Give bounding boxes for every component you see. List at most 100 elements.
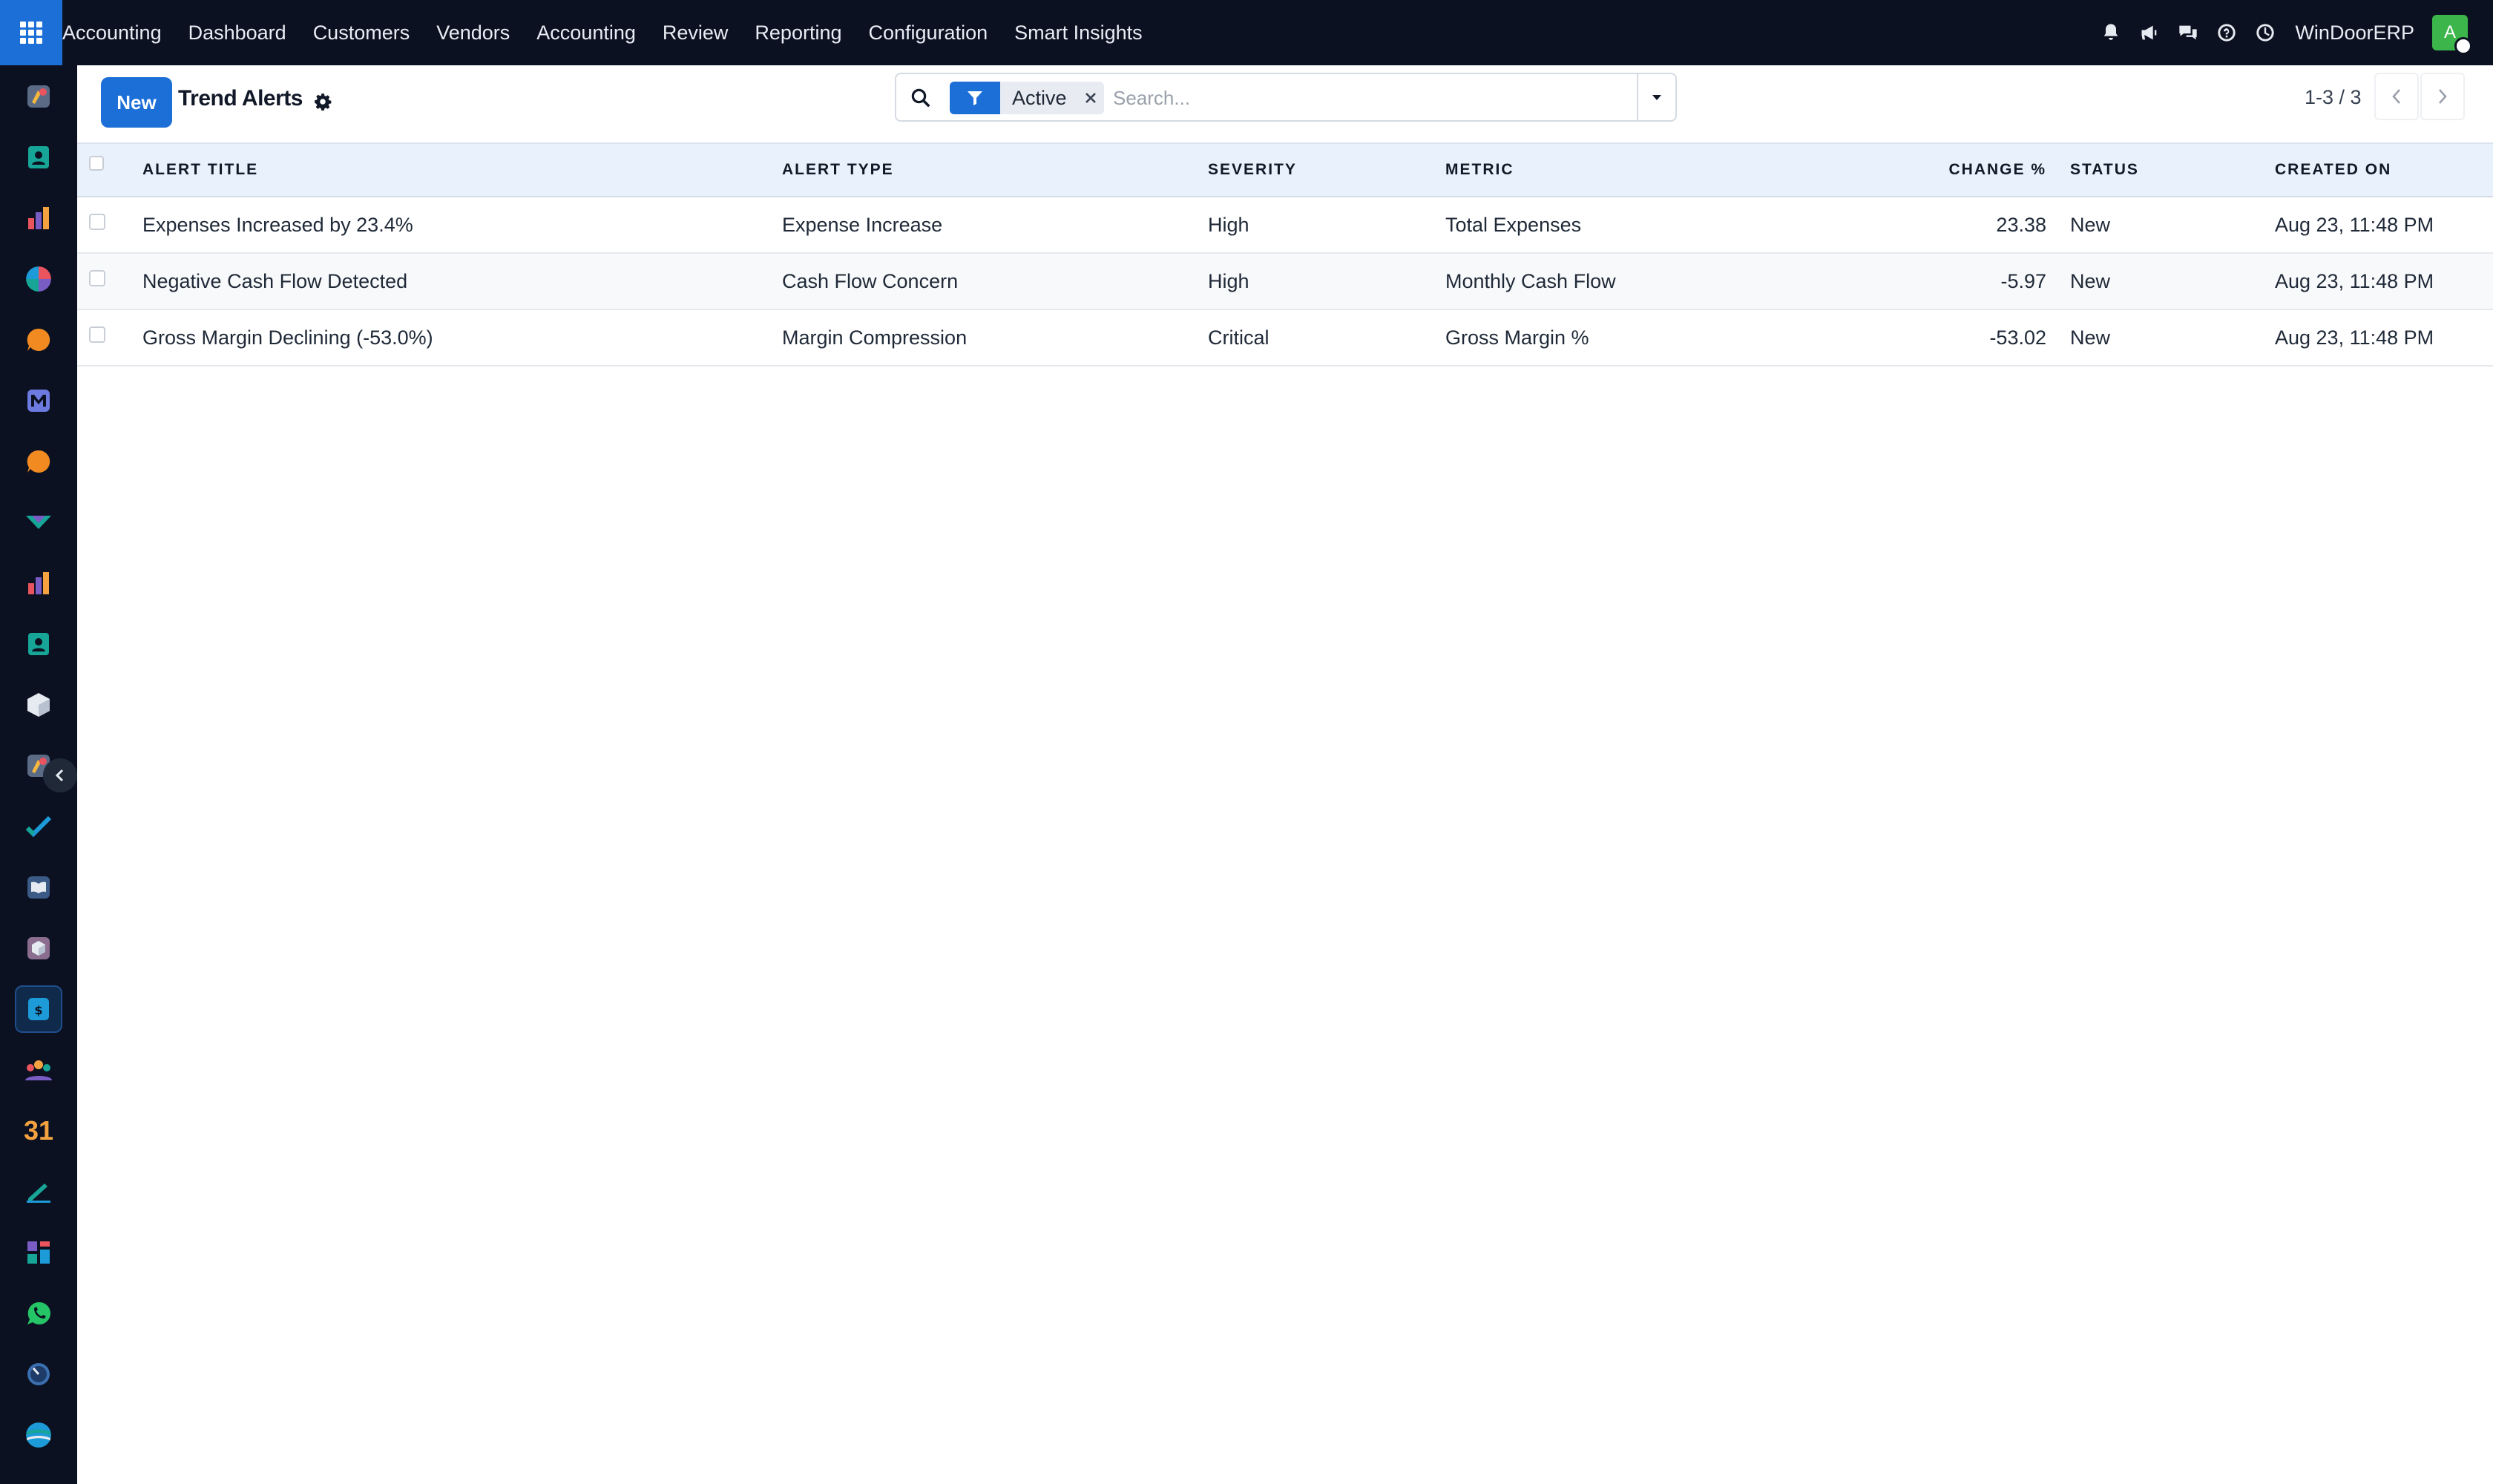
chevron-left-icon [55,769,64,782]
chat-icon[interactable] [2178,22,2198,43]
column-header-metric[interactable]: METRIC [1445,144,1514,196]
menu-reporting[interactable]: Reporting [755,22,841,45]
pager-previous-button[interactable] [2374,73,2419,120]
cell-created-on: Aug 23, 11:48 PM [2275,326,2434,349]
sidebar-app-pie[interactable] [15,255,62,303]
row-checkbox[interactable] [89,326,105,343]
new-button[interactable]: New [101,77,172,128]
menu-vendors[interactable]: Vendors [436,22,510,45]
help-icon[interactable] [2216,22,2237,43]
cell-metric: Gross Margin % [1445,326,1589,349]
systray: WinDoorERP A [2083,0,2472,65]
team-app-icon [25,1060,52,1080]
sidebar-app-accounting[interactable] [15,499,62,546]
table-row[interactable]: Negative Cash Flow Detected Cash Flow Co… [77,254,2493,310]
column-header-severity[interactable]: SEVERITY [1208,144,1297,196]
column-header-created-on[interactable]: CREATED ON [2275,144,2391,196]
app-menu-button[interactable] [0,0,62,65]
sidebar-app-calendar[interactable]: 31 [15,1107,62,1155]
table-header: ALERT TITLE ALERT TYPE SEVERITY METRIC C… [77,142,2493,197]
sidebar-app-inventory[interactable] [15,681,62,729]
sidebar-app-chat[interactable] [15,438,62,485]
menu-review[interactable]: Review [663,22,729,45]
cell-status: New [2070,326,2111,349]
sidebar-app-timesheet[interactable] [15,1350,62,1398]
cell-change-percent: 23.38 [1996,213,2046,236]
contacts-app-icon [28,146,49,168]
clock-icon[interactable] [2255,22,2276,43]
cell-created-on: Aug 23, 11:48 PM [2275,269,2434,292]
website-app-icon [26,1422,51,1448]
facet-value: Active [1000,82,1077,114]
presence-dot [2454,37,2472,55]
menu-configuration[interactable]: Configuration [869,22,988,45]
sidebar-app-team[interactable] [15,1046,62,1094]
sidebar-app-contacts[interactable] [15,134,62,181]
menu-customers[interactable]: Customers [313,22,410,45]
column-header-alert-type[interactable]: ALERT TYPE [782,144,894,196]
pager-next-button[interactable] [2420,73,2465,120]
sidebar-app-charts[interactable] [15,559,62,607]
megaphone-icon[interactable] [2139,22,2160,43]
app-name[interactable]: Accounting [62,22,162,45]
cell-change-percent: -53.02 [1989,326,2046,349]
livechat-app-icon [27,328,50,351]
gear-icon[interactable] [313,92,332,111]
sidebar-app-dashboards[interactable] [15,1229,62,1276]
column-header-status[interactable]: STATUS [2070,144,2139,196]
cell-severity: High [1208,269,1249,292]
sidebar-app-website[interactable] [15,1411,62,1459]
row-checkbox[interactable] [89,270,105,286]
sign-app-icon [27,1183,50,1203]
chevron-left-icon [2392,89,2400,104]
pager-value[interactable]: 1-3 / 3 [2305,86,2362,109]
user-avatar[interactable]: A [2432,15,2472,55]
invoicing-app-icon: $ [28,998,49,1020]
grid-icon [20,22,42,44]
sidebar-app-project[interactable] [15,803,62,850]
email-marketing-app-icon [27,390,50,412]
row-checkbox[interactable] [89,214,105,230]
cell-created-on: Aug 23, 11:48 PM [2275,213,2434,236]
accounting-check-app-icon [26,516,51,529]
company-switcher[interactable]: WinDoorERP [2295,22,2414,45]
inventory-cube-app-icon [27,693,50,717]
whatsapp-app-icon [27,1301,50,1324]
close-icon [1085,93,1096,103]
sidebar-app-discuss[interactable] [15,73,62,120]
bell-icon[interactable] [2101,22,2121,43]
cell-alert-title: Gross Margin Declining (-53.0%) [142,326,433,349]
cell-metric: Monthly Cash Flow [1445,269,1616,292]
menu-smart-insights[interactable]: Smart Insights [1014,22,1143,45]
table-row[interactable]: Gross Margin Declining (-53.0%) Margin C… [77,310,2493,367]
sidebar-app-knowledge[interactable] [15,864,62,911]
main-menu: Accounting Dashboard Customers Vendors A… [62,0,1169,65]
sidebar-app-livechat[interactable] [15,316,62,364]
search-icon[interactable] [910,87,932,109]
remove-facet-button[interactable] [1077,82,1104,114]
menu-dashboard[interactable]: Dashboard [188,22,286,45]
cell-alert-type: Margin Compression [782,326,968,349]
caret-down-icon [1652,95,1661,100]
cell-metric: Total Expenses [1445,213,1582,236]
sidebar-app-employees[interactable] [15,620,62,668]
sidebar-app-whatsapp[interactable] [15,1290,62,1337]
employees-app-icon [28,633,49,655]
sidebar-app-invoicing[interactable]: $ [15,985,62,1033]
search-input[interactable] [1113,83,1558,113]
knowledge-book-app-icon [27,876,50,899]
sidebar-app-reporting[interactable] [15,194,62,242]
top-navbar: Accounting Dashboard Customers Vendors A… [0,0,2493,65]
search-options-toggle[interactable] [1637,74,1675,120]
menu-accounting[interactable]: Accounting [536,22,636,45]
filter-facet: Active [950,82,1104,114]
control-panel: New Trend Alerts Active 1-3 / 3 [77,65,2493,142]
sidebar-app-packages[interactable] [15,925,62,972]
column-header-alert-title[interactable]: ALERT TITLE [142,144,258,196]
sidebar-collapse-button[interactable] [43,758,77,792]
table-row[interactable]: Expenses Increased by 23.4% Expense Incr… [77,197,2493,254]
sidebar-app-sign[interactable] [15,1168,62,1215]
select-all-checkbox[interactable] [89,156,104,171]
sidebar-app-email-marketing[interactable] [15,377,62,424]
column-header-change-percent[interactable]: CHANGE % [1784,144,2046,196]
